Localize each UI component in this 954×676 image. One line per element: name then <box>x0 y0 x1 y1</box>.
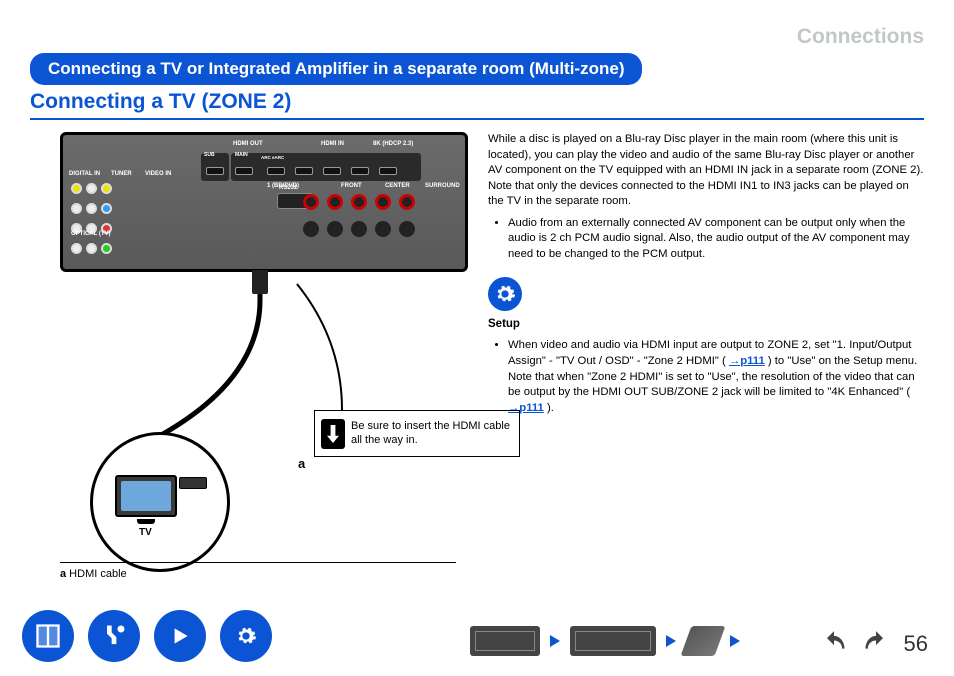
intro-paragraph: While a disc is played on a Blu-ray Disc… <box>488 132 924 210</box>
device-amp-icon[interactable] <box>570 626 656 656</box>
page-subheading: Connecting a TV (ZONE 2) <box>30 90 291 114</box>
undo-icon <box>820 630 848 658</box>
label-digital-in: DIGITAL IN <box>69 171 100 177</box>
label-sub: SUB <box>204 152 215 158</box>
label-video-in: VIDEO IN <box>145 171 171 177</box>
play-small-icon[interactable] <box>550 635 560 647</box>
setup-bullet: When video and audio via HDMI input are … <box>508 338 924 416</box>
nav-playback-icon[interactable] <box>154 610 206 662</box>
hdmi-main-port <box>235 167 253 175</box>
redo-button[interactable] <box>862 630 890 658</box>
speaker-terminals <box>299 191 459 265</box>
redo-icon <box>862 630 890 658</box>
diagram-area: HDMI OUT HDMI IN 8K (HDCP 2.3) SUB MAIN … <box>60 132 470 272</box>
hdmi-sub-block: SUB <box>201 153 229 181</box>
audio-note-bullet: Audio from an externally connected AV co… <box>508 216 924 263</box>
label-center: CENTER <box>385 183 410 189</box>
section-label: Connections <box>797 25 924 49</box>
label-hdcp: 8K (HDCP 2.3) <box>373 141 413 147</box>
nav-setup-icon[interactable] <box>220 610 272 662</box>
insert-arrow-icon <box>321 419 345 449</box>
label-tuner: TUNER <box>111 171 132 177</box>
tv-icon <box>115 475 177 517</box>
footer-device-icons <box>470 626 740 656</box>
cable-label-a: a <box>298 456 305 471</box>
gear-icon <box>235 625 257 647</box>
tv-label: TV <box>139 527 152 538</box>
undo-button[interactable] <box>820 630 848 658</box>
tv-circle: TV <box>90 432 230 572</box>
play-small-icon-3[interactable] <box>730 635 740 647</box>
receiver-back-panel: HDMI OUT HDMI IN 8K (HDCP 2.3) SUB MAIN … <box>60 132 468 272</box>
nav-manual-icon[interactable] <box>22 610 74 662</box>
nav-connections-icon[interactable] <box>88 610 140 662</box>
hdmi-plug-icon <box>179 477 207 489</box>
gear-icon <box>494 283 516 305</box>
link-p111-b[interactable]: →p111 <box>508 402 544 414</box>
legend-divider <box>60 562 456 563</box>
footer: 56 <box>0 602 954 662</box>
label-rs232: RS232 <box>279 185 297 191</box>
play-small-icon-2[interactable] <box>666 635 676 647</box>
label-hdmi-in: HDMI IN <box>321 141 344 147</box>
label-front: FRONT <box>341 183 362 189</box>
remote-icon[interactable] <box>681 626 726 656</box>
book-icon <box>34 622 62 650</box>
setup-heading: Setup <box>488 317 924 333</box>
cable-icon <box>100 622 128 650</box>
link-p111-a[interactable]: →p111 <box>729 355 765 367</box>
setup-gear-icon <box>488 277 522 311</box>
device-receiver-icon[interactable] <box>470 626 540 656</box>
page-number: 56 <box>904 631 928 657</box>
label-hdmi-out: HDMI OUT <box>233 141 263 147</box>
legend: a HDMI cable <box>60 568 127 580</box>
divider <box>30 118 924 120</box>
hdmi-block: MAIN ARC eARC <box>231 153 421 181</box>
setup-text-post: ). <box>547 402 554 414</box>
label-arc: ARC eARC <box>261 155 284 160</box>
legend-text-a: HDMI cable <box>66 568 127 580</box>
label-main: MAIN <box>235 152 248 158</box>
label-optical: OPTICAL (TV) <box>71 231 111 237</box>
left-jack-column <box>69 181 149 263</box>
play-icon <box>167 623 193 649</box>
chapter-title-bar: Connecting a TV or Integrated Amplifier … <box>30 53 642 85</box>
label-surround: SURROUND <box>425 183 460 189</box>
antenna-icon <box>193 133 283 135</box>
body-text-column: While a disc is played on a Blu-ray Disc… <box>488 132 924 418</box>
callout-text: Be sure to insert the HDMI cable all the… <box>351 420 510 446</box>
